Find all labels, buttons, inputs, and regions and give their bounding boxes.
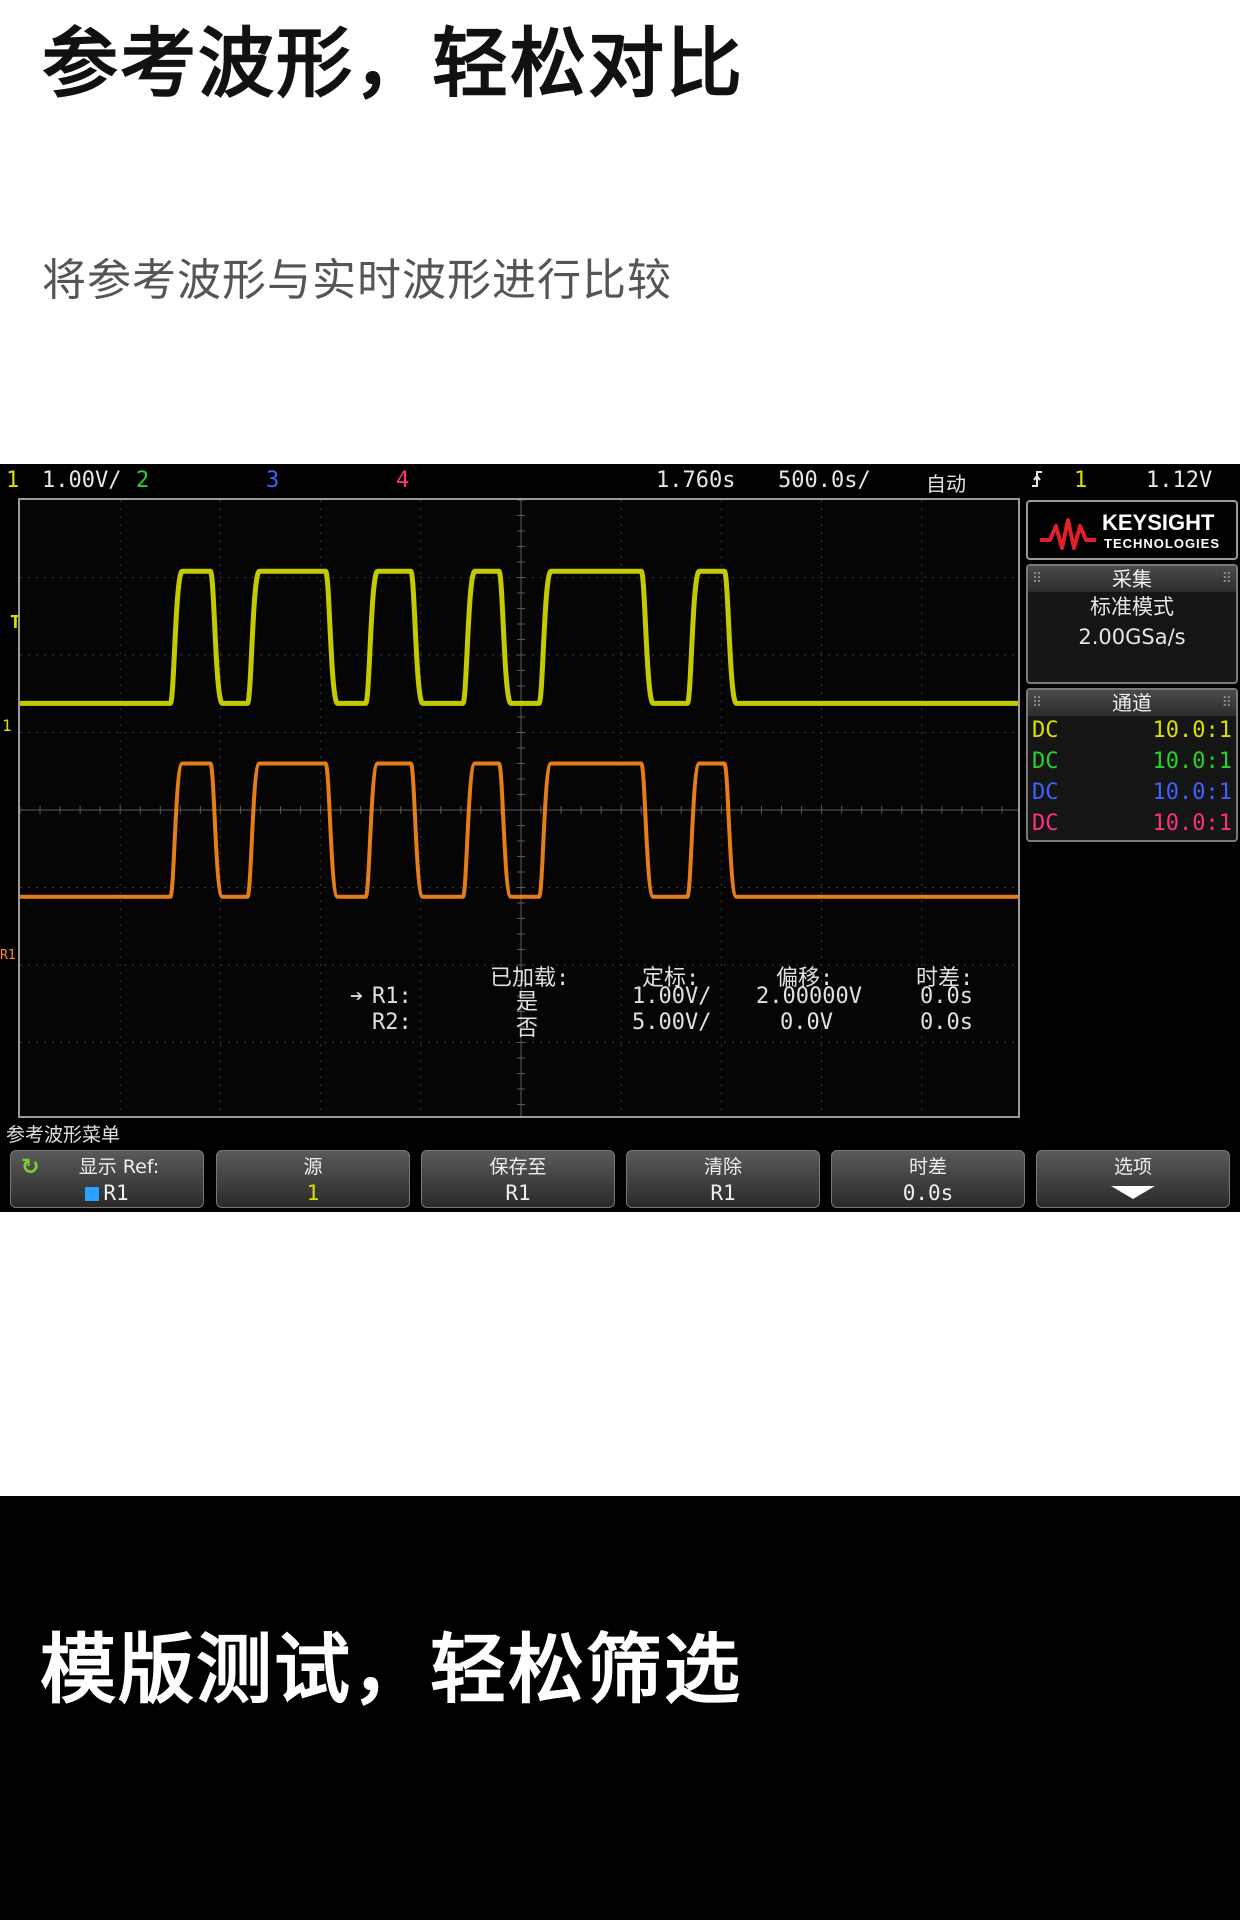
channel-coupling: DC — [1032, 811, 1059, 836]
time-scale: 500.0s/ — [778, 468, 871, 493]
ref-row-skew: 0.0s — [920, 1010, 973, 1035]
sample-rate: 2.00GSa/s — [1078, 625, 1186, 649]
page-title: 参考波形，轻松对比 — [42, 19, 744, 108]
channel-header: ⠿ 通道 ⠿ — [1028, 690, 1236, 716]
channel-row-3: DC 10.0:1 — [1028, 778, 1236, 809]
logo-sub-text: TECHNOLOGIES — [1104, 536, 1221, 551]
source-softkey[interactable]: 源 1 — [216, 1150, 410, 1208]
menu-title: 参考波形菜单 — [6, 1124, 121, 1146]
softkey-value: R1 — [710, 1181, 736, 1205]
softkey-label: 选项 — [1113, 1156, 1152, 1178]
softkey-value: R1 — [103, 1181, 129, 1205]
keysight-wave-icon — [1040, 518, 1096, 550]
channel-coupling: DC — [1032, 780, 1059, 805]
ref-row-name: R1: — [372, 984, 412, 1009]
ref-color-icon — [85, 1187, 100, 1201]
selected-row-arrow: ➔ — [350, 984, 364, 1009]
page-subtitle: 将参考波形与实时波形进行比较 — [42, 255, 672, 306]
ref-row-offset: 0.0V — [780, 1010, 833, 1035]
ch3-indicator[interactable]: 3 — [266, 468, 279, 493]
run-mode: 自动 — [926, 472, 966, 496]
grip-icon: ⠿ — [1221, 695, 1232, 711]
ref-row-offset: 2.00000V — [756, 984, 862, 1009]
acquisition-header: ⠿ 采集 ⠿ — [1028, 566, 1236, 592]
acquisition-title: 采集 — [1112, 567, 1152, 591]
channel-coupling: DC — [1032, 718, 1059, 743]
clear-softkey[interactable]: 清除 R1 — [626, 1150, 820, 1208]
trigger-channel: 1 — [1074, 468, 1088, 493]
ref-row-skew: 0.0s — [920, 984, 973, 1009]
channel-probe: 10.0:1 — [1152, 780, 1232, 805]
ch1-trace — [20, 568, 1018, 706]
softkey-value: 1 — [306, 1181, 320, 1205]
ch1-scale: 1.00V/ — [42, 468, 122, 493]
save-to-softkey[interactable]: 保存至 R1 — [421, 1150, 615, 1208]
softkey-label: 时差 — [908, 1156, 947, 1178]
channel-coupling: DC — [1032, 749, 1059, 774]
channel-row-2: DC 10.0:1 — [1028, 747, 1236, 778]
softkey-label: 显示 Ref: — [78, 1156, 160, 1178]
ref-row-scale: 5.00V/ — [632, 1010, 712, 1035]
ch1-ground-marker[interactable]: 1 — [2, 716, 12, 735]
mask-test-section: 模版测试，轻松筛选 — [0, 1496, 1240, 1920]
display-ref-softkey[interactable]: ↻ 显示 Ref: R1 — [10, 1150, 204, 1208]
status-bar: 1 1.00V/ 2 3 4 1.760s 500.0s/ 自动 1 1.12V — [0, 464, 1240, 498]
ref-row-scale: 1.00V/ — [632, 984, 712, 1009]
channel-probe: 10.0:1 — [1152, 718, 1232, 743]
softkey-label: 源 — [303, 1156, 323, 1178]
softkey-value: 0.0s — [902, 1181, 954, 1205]
acquisition-mode: 标准模式 — [1090, 595, 1174, 619]
channel-probe: 10.0:1 — [1152, 811, 1232, 836]
options-softkey[interactable]: 选项 — [1036, 1150, 1230, 1208]
logo-main-text: KEYSIGHT — [1102, 510, 1215, 535]
acquisition-panel[interactable]: ⠿ 采集 ⠿ 标准模式 2.00GSa/s — [1026, 564, 1238, 684]
channel-row-4: DC 10.0:1 — [1028, 809, 1236, 840]
ref-row-name: R2: — [372, 1010, 412, 1035]
ch2-indicator[interactable]: 2 — [136, 468, 149, 493]
trigger-edge-icon — [1030, 468, 1044, 496]
keysight-logo: KEYSIGHT TECHNOLOGIES — [1026, 500, 1238, 560]
channel-row-1: DC 10.0:1 — [1028, 716, 1236, 747]
trigger-level: 1.12V — [1146, 468, 1213, 493]
ch4-indicator[interactable]: 4 — [396, 468, 409, 493]
channel-title: 通道 — [1112, 691, 1152, 715]
refresh-icon: ↻ — [21, 1155, 40, 1180]
time-delay: 1.760s — [656, 468, 736, 493]
softkey-label: 保存至 — [489, 1156, 547, 1178]
channel-probe: 10.0:1 — [1152, 749, 1232, 774]
section-title: 模版测试，轻松筛选 — [40, 1625, 742, 1714]
down-arrow-icon — [1037, 1180, 1229, 1203]
grip-icon: ⠿ — [1032, 695, 1043, 711]
oscilloscope-screen: 1 1.00V/ 2 3 4 1.760s 500.0s/ 自动 1 1.12V… — [0, 464, 1240, 1212]
channel-panel[interactable]: ⠿ 通道 ⠿ DC 10.0:1 DC 10.0:1 DC 10.0:1 DC … — [1026, 688, 1238, 842]
ref-row-loaded: 否 — [516, 1016, 539, 1041]
ref1-ground-marker[interactable]: R1 — [0, 948, 16, 963]
softkey-value: R1 — [505, 1181, 531, 1205]
softkey-label: 清除 — [703, 1156, 742, 1178]
skew-softkey[interactable]: 时差 0.0s — [831, 1150, 1025, 1208]
grip-icon: ⠿ — [1221, 571, 1232, 587]
ch1-indicator[interactable]: 1 — [6, 468, 19, 493]
ref1-trace — [20, 761, 1018, 899]
grip-icon: ⠿ — [1032, 571, 1043, 587]
